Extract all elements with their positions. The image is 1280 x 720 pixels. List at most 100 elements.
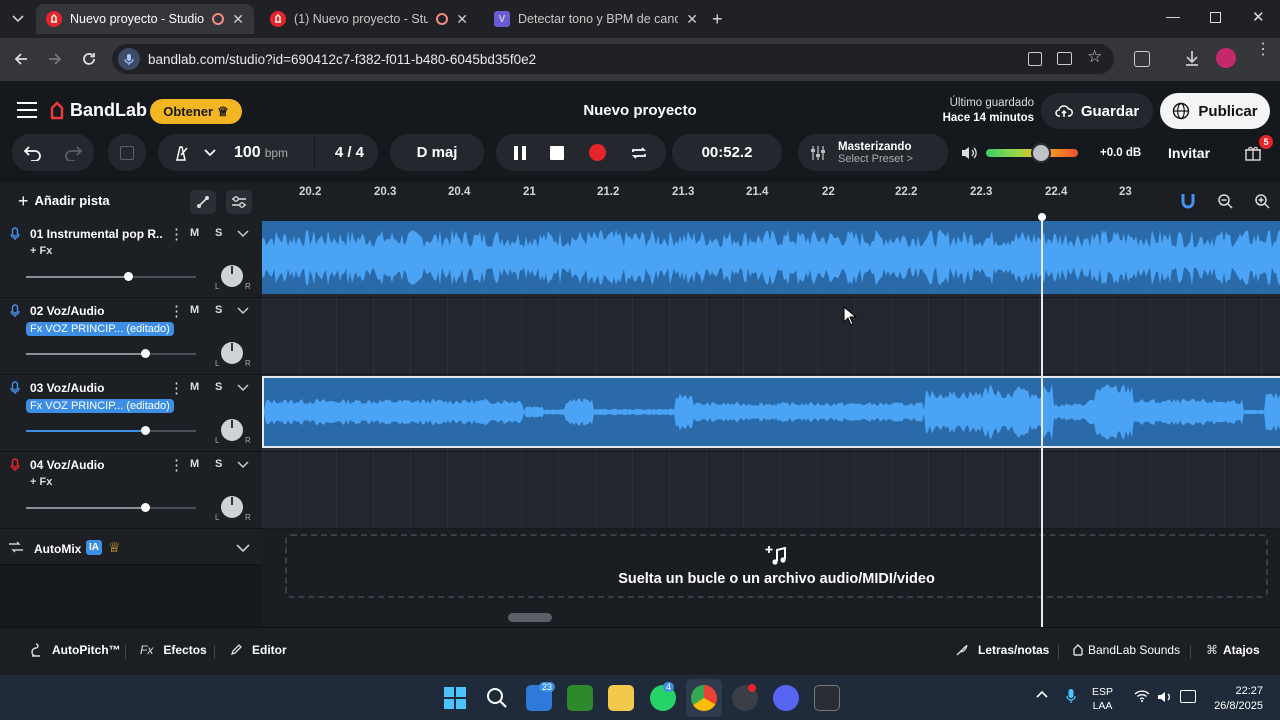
add-track-button[interactable]: + Añadir pista — [18, 192, 110, 210]
shortcuts-button[interactable]: ⌘ Atajos — [1206, 643, 1260, 657]
track-menu-icon[interactable]: ⋮ — [169, 379, 184, 397]
fx-chain-button[interactable]: + Fx — [30, 476, 52, 488]
profile-avatar[interactable] — [1216, 48, 1236, 68]
chrome-icon[interactable] — [691, 685, 717, 711]
time-signature[interactable]: 4 / 4 — [335, 144, 364, 161]
pause-icon[interactable] — [514, 145, 527, 160]
redo-icon[interactable] — [64, 145, 82, 161]
file-explorer-icon[interactable] — [608, 685, 634, 711]
track-lane-2[interactable] — [262, 298, 1280, 375]
track-expand-icon[interactable] — [237, 230, 249, 238]
back-icon[interactable] — [12, 50, 30, 68]
tab-search-icon[interactable] — [8, 10, 28, 28]
windows-start-icon[interactable] — [444, 687, 466, 709]
battery-icon[interactable] — [1180, 690, 1196, 703]
effects-button[interactable]: Fx Efectos — [140, 643, 207, 657]
track-name[interactable]: 04 Voz/Audio — [30, 458, 162, 472]
automation-button[interactable] — [190, 190, 216, 214]
wifi-icon[interactable] — [1134, 690, 1150, 702]
translate-icon[interactable] — [1028, 52, 1042, 66]
zoom-out-icon[interactable] — [1217, 193, 1233, 209]
solo-button[interactable]: S — [215, 304, 222, 316]
bandlab-logo[interactable]: BandLab — [48, 100, 147, 121]
save-button[interactable]: Guardar — [1041, 93, 1153, 129]
mute-button[interactable]: M — [190, 458, 199, 470]
extensions-icon[interactable] — [1134, 51, 1150, 67]
track-volume-handle[interactable] — [141, 349, 150, 358]
speaker-icon[interactable] — [960, 145, 978, 161]
invite-button[interactable]: Invitar — [1168, 145, 1210, 161]
close-tab-icon[interactable]: ✕ — [456, 11, 468, 28]
metronome-dropdown-icon[interactable] — [204, 148, 216, 157]
microphone-icon[interactable] — [10, 227, 20, 241]
tab-detectar-tono[interactable]: V Detectar tono y BPM de canció ✕ — [484, 4, 708, 34]
close-tab-icon[interactable]: ✕ — [232, 11, 244, 28]
obtener-button[interactable]: Obtener ♕ — [150, 99, 242, 124]
lyrics-button[interactable]: Letras/notas — [956, 643, 1049, 657]
download-icon[interactable] — [1184, 49, 1200, 67]
tray-chevron-icon[interactable] — [1036, 690, 1048, 698]
microphone-icon[interactable] — [10, 458, 20, 472]
publish-button[interactable]: Publicar — [1160, 93, 1270, 129]
mixer-button[interactable] — [226, 190, 252, 214]
key-button[interactable]: D maj — [390, 134, 484, 171]
project-title[interactable]: Nuevo proyecto — [540, 102, 740, 119]
automix-chevron-icon[interactable] — [236, 544, 250, 552]
bandlab-sounds-button[interactable]: BandLab Sounds — [1072, 643, 1180, 657]
close-window-icon[interactable]: ✕ — [1252, 8, 1265, 26]
audio-region-instrumental[interactable] — [262, 221, 1280, 294]
forward-icon[interactable] — [46, 50, 64, 68]
metronome-icon[interactable] — [172, 144, 190, 162]
mastering-button[interactable]: Masterizando Select Preset > — [798, 134, 948, 171]
minimize-icon[interactable]: — — [1166, 8, 1180, 24]
track-expand-icon[interactable] — [237, 307, 249, 315]
menu-icon[interactable]: ⋮ — [1255, 42, 1271, 58]
playhead[interactable] — [1041, 217, 1043, 627]
solo-button[interactable]: S — [215, 227, 222, 239]
hamburger-menu-icon[interactable] — [16, 101, 38, 119]
toggle-view-button[interactable] — [108, 134, 146, 171]
tab-nuevo-proyecto[interactable]: Nuevo proyecto - Studio ✕ — [36, 4, 254, 34]
microphone-icon[interactable] — [1066, 688, 1076, 704]
fx-chain-button[interactable]: Fx VOZ PRINCIP... (editado) — [26, 322, 174, 336]
snap-magnet-icon[interactable] — [1180, 192, 1196, 210]
track-volume-handle[interactable] — [141, 426, 150, 435]
track-name[interactable]: 03 Voz/Audio — [30, 381, 162, 395]
close-tab-icon[interactable]: ✕ — [686, 11, 698, 28]
microphone-icon[interactable] — [10, 304, 20, 318]
time-display[interactable]: 00:52.2 — [672, 134, 782, 171]
maximize-icon[interactable] — [1210, 12, 1221, 23]
mute-button[interactable]: M — [190, 304, 199, 316]
clock[interactable]: 22:27 26/8/2025 — [1205, 684, 1263, 714]
track-name[interactable]: 02 Voz/Audio — [30, 304, 162, 318]
discord-icon[interactable] — [773, 685, 799, 711]
loop-icon[interactable] — [630, 145, 648, 161]
microphone-icon[interactable] — [10, 381, 20, 395]
fx-chain-button[interactable]: Fx VOZ PRINCIP... (editado) — [26, 399, 174, 413]
editor-button[interactable]: Editor — [230, 643, 287, 657]
track-volume-handle[interactable] — [124, 272, 133, 281]
volume-icon[interactable] — [1157, 690, 1173, 704]
bpm-value[interactable]: 100 — [234, 144, 261, 162]
playhead-handle[interactable] — [1038, 213, 1046, 221]
track-expand-icon[interactable] — [237, 384, 249, 392]
track-volume-handle[interactable] — [141, 503, 150, 512]
track-menu-icon[interactable]: ⋮ — [169, 456, 184, 474]
zoom-in-icon[interactable] — [1254, 193, 1270, 209]
site-info-icon[interactable] — [118, 48, 140, 70]
horizontal-scrollbar[interactable] — [508, 613, 552, 622]
mute-button[interactable]: M — [190, 227, 199, 239]
cast-icon[interactable] — [1057, 52, 1072, 65]
tab-nuevo-proyecto-2[interactable]: (1) Nuevo proyecto - Studio ✕ — [260, 4, 478, 34]
track-lane-4[interactable] — [262, 452, 1280, 529]
address-field[interactable]: bandlab.com/studio?id=690412c7-f382-f011… — [112, 44, 1114, 74]
language-indicator[interactable]: ESP LAA — [1092, 685, 1113, 713]
track-name[interactable]: 01 Instrumental pop R... — [30, 227, 162, 241]
record-icon[interactable] — [588, 144, 606, 161]
track-expand-icon[interactable] — [237, 461, 249, 469]
solo-button[interactable]: S — [215, 458, 222, 470]
master-volume-handle[interactable] — [1031, 143, 1051, 163]
autopitch-button[interactable]: AutoPitch™ — [30, 643, 121, 657]
audio-region-voz[interactable] — [262, 376, 1280, 448]
fx-chain-button[interactable]: + Fx — [30, 245, 52, 257]
